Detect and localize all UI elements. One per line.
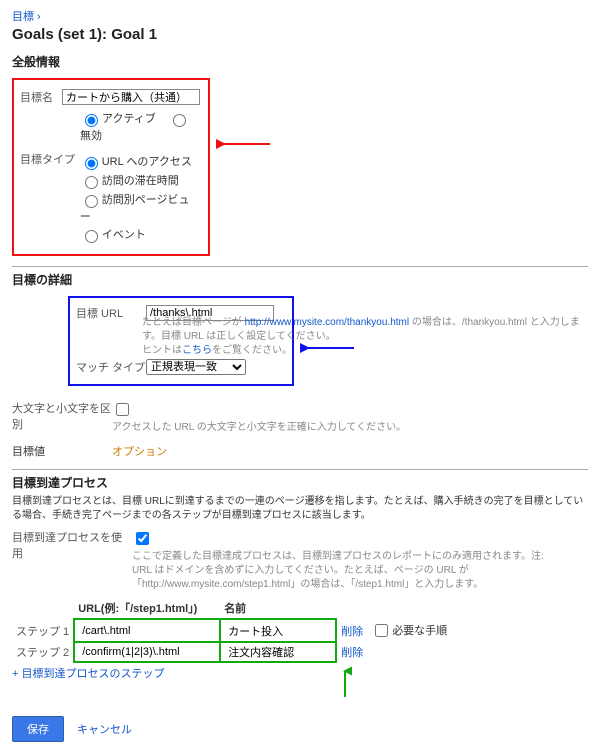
use-funnel-checkbox[interactable] [136, 532, 149, 545]
col-name-header: 名前 [220, 598, 336, 619]
funnel-heading: 目標到達プロセス [12, 469, 588, 491]
type-url-option[interactable]: URL へのアクセス [80, 156, 192, 168]
save-button[interactable]: 保存 [12, 716, 64, 742]
goal-type-label: 目標タイプ [20, 151, 80, 167]
match-type-label: マッチ タイプ [76, 359, 146, 375]
goal-value-option: オプション [112, 443, 167, 459]
step1-remove-link[interactable]: 削除 [341, 626, 363, 638]
general-box: 目標名 アクティブ 無効 目標タイプ URL へのアクセス 訪問の滞在時間 訪問… [12, 78, 210, 256]
funnel-desc: 目標到達プロセスとは、目標 URLに到達するまでの一連のページ遷移を指します。た… [12, 495, 588, 523]
details-heading: 目標の詳細 [12, 266, 588, 288]
green-arrow-icon [338, 665, 352, 699]
step2-url-input[interactable] [79, 645, 215, 659]
case-sensitive-checkbox[interactable] [116, 403, 129, 416]
hint-here-link[interactable]: こちら [182, 345, 212, 356]
col-url-header: URL(例:「/step1.html」) [74, 598, 220, 619]
step1-label: ステップ 1 [12, 619, 74, 642]
goal-url-label: 目標 URL [76, 305, 146, 321]
type-event-option[interactable]: イベント [80, 229, 146, 241]
type-time-option[interactable]: 訪問の滞在時間 [80, 175, 179, 187]
cancel-link[interactable]: キャンセル [77, 724, 132, 736]
use-funnel-hint: ここで定義した目標達成プロセスは、目標到達プロセスのレポートにのみ適用されます。… [132, 550, 562, 592]
step2-remove-link[interactable]: 削除 [341, 647, 363, 659]
case-sensitive-hint: アクセスした URL の大文字と小文字を正確に入力してください。 [112, 421, 406, 435]
step1-name-input[interactable] [225, 624, 331, 638]
add-step-link[interactable]: + 目標到達プロセスのステップ [12, 668, 164, 680]
breadcrumb-goals[interactable]: 目標 › [12, 11, 41, 23]
page-title: Goals (set 1): Goal 1 [12, 26, 588, 43]
use-funnel-label: 目標到達プロセスを使用 [12, 529, 132, 561]
match-type-select[interactable]: 正規表現一致 [146, 359, 246, 375]
goal-url-hint: たとえば目標ページが http://www.mysite.com/thankyo… [142, 316, 582, 358]
goal-value-label: 目標値 [12, 443, 112, 459]
step2-name-input[interactable] [225, 645, 331, 659]
case-sensitive-label: 大文字と小文字を区別 [12, 400, 112, 432]
type-pv-option[interactable]: 訪問別ページビュー [80, 194, 190, 223]
general-heading: 全般情報 [12, 53, 588, 70]
required-step-option[interactable]: 必要な手順 [371, 625, 447, 637]
red-arrow-icon [216, 138, 272, 150]
step1-url-input[interactable] [79, 624, 215, 638]
status-active-option[interactable]: アクティブ [80, 113, 156, 125]
goal-name-label: 目標名 [20, 89, 62, 105]
step2-label: ステップ 2 [12, 642, 74, 662]
goal-name-input[interactable] [62, 89, 200, 105]
example-url-link[interactable]: http://www.mysite.com/thankyou.html [245, 317, 410, 328]
